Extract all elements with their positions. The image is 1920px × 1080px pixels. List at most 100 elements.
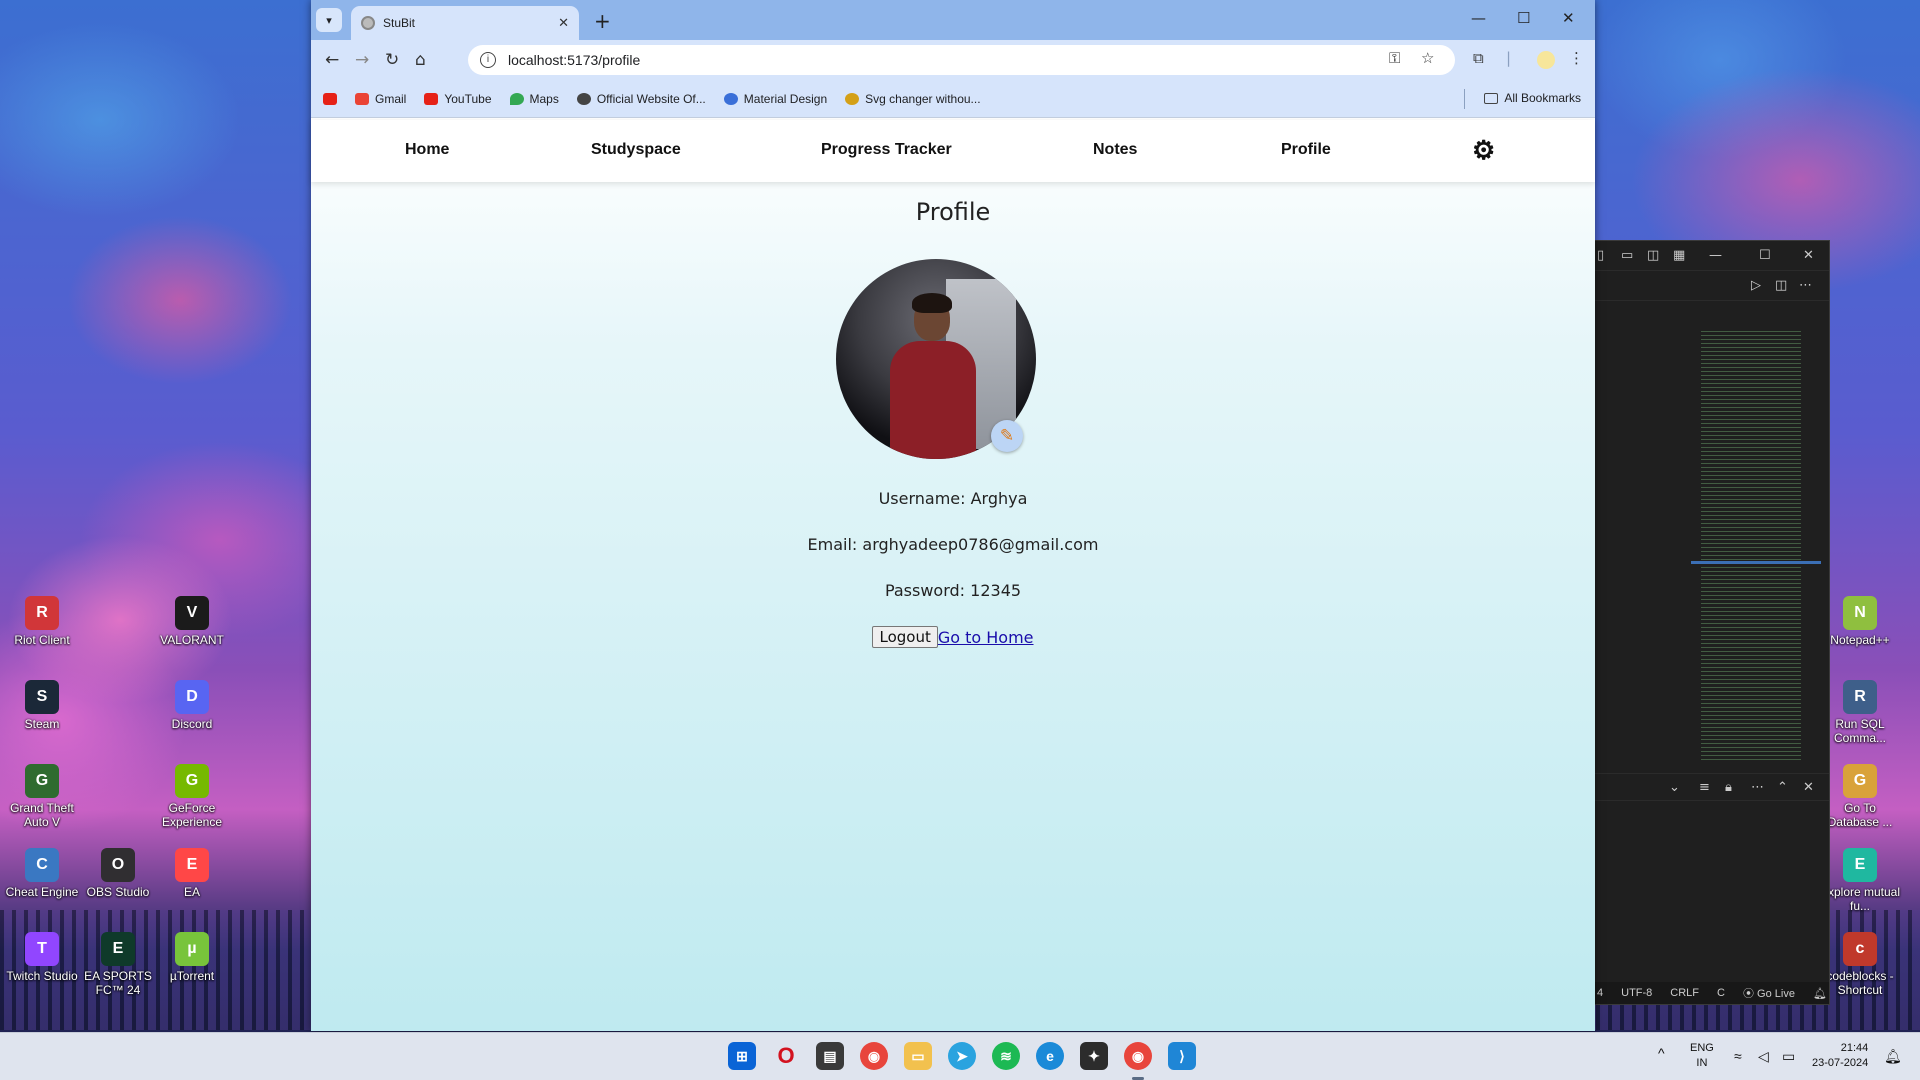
clock[interactable]: 21:44 23-07-2024 bbox=[1812, 1041, 1868, 1080]
status-go-live[interactable]: ⦿ Go Live bbox=[1743, 985, 1795, 1001]
chevron-up-icon[interactable]: ⌃ bbox=[1777, 780, 1788, 795]
site-info-icon[interactable]: i bbox=[480, 52, 496, 68]
bookmark-official-website[interactable]: Official Website Of... bbox=[576, 92, 706, 106]
desktop-shortcut[interactable]: C Cheat Engine bbox=[0, 848, 84, 899]
tab-search-button[interactable]: ▾ bbox=[316, 8, 342, 32]
wifi-icon[interactable]: ≈ bbox=[1734, 1048, 1742, 1080]
browser-menu-icon[interactable]: ⋮ bbox=[1569, 49, 1584, 67]
nav-progress-tracker[interactable]: Progress Tracker bbox=[821, 141, 952, 159]
bookmark-svg-changer[interactable]: Svg changer withou... bbox=[845, 92, 981, 106]
desktop-shortcut[interactable]: R Riot Client bbox=[0, 596, 84, 647]
edit-avatar-button[interactable]: ✎ bbox=[991, 420, 1023, 452]
desktop-shortcut[interactable]: N Notepad++ bbox=[1818, 596, 1902, 647]
password-key-icon[interactable]: ⚿ bbox=[1389, 49, 1400, 67]
sidebar-toggle-icon[interactable]: ◫ bbox=[1647, 248, 1659, 263]
customize-layout-icon[interactable]: ▦ bbox=[1673, 248, 1685, 263]
status-item[interactable]: 4 bbox=[1597, 987, 1603, 999]
bookmark-maps[interactable]: Maps bbox=[509, 92, 559, 106]
go-to-home-link[interactable]: Go to Home bbox=[938, 628, 1034, 647]
desktop-shortcut[interactable]: µ µTorrent bbox=[150, 932, 234, 983]
desktop-shortcut-label: µTorrent bbox=[169, 969, 215, 983]
maximize-icon[interactable]: ☐ bbox=[1759, 248, 1771, 263]
desktop-shortcut[interactable]: c codeblocks - Shortcut bbox=[1818, 932, 1902, 997]
nav-notes[interactable]: Notes bbox=[1093, 141, 1137, 159]
nav-profile[interactable]: Profile bbox=[1281, 141, 1331, 159]
file-explorer-icon[interactable]: ▭ bbox=[904, 1042, 932, 1070]
more-icon[interactable]: ⋯ bbox=[1751, 780, 1764, 795]
close-window-icon[interactable]: ✕ bbox=[1562, 9, 1575, 27]
list-icon[interactable]: ≡ bbox=[1699, 780, 1710, 795]
split-editor-icon[interactable]: ◫ bbox=[1775, 278, 1787, 293]
figma-icon[interactable]: ✦ bbox=[1080, 1042, 1108, 1070]
tray-overflow-icon[interactable]: ^ bbox=[1658, 1045, 1665, 1080]
profile-avatar-icon[interactable] bbox=[1537, 51, 1555, 69]
settings-gear-icon[interactable]: ⚙ bbox=[1472, 137, 1498, 163]
reload-icon[interactable]: ↻ bbox=[385, 50, 399, 70]
new-tab-icon[interactable]: + bbox=[594, 9, 611, 33]
maximize-icon[interactable]: ☐ bbox=[1517, 9, 1530, 27]
spotify-icon[interactable]: ≋ bbox=[992, 1042, 1020, 1070]
run-icon[interactable]: ▷ bbox=[1751, 278, 1761, 293]
tab-stubit[interactable]: StuBit ✕ bbox=[351, 6, 579, 40]
close-tab-icon[interactable]: ✕ bbox=[558, 15, 569, 31]
windows-start-icon[interactable]: ⊞ bbox=[728, 1042, 756, 1070]
extensions-icon[interactable]: ⧉ bbox=[1473, 49, 1484, 67]
desktop-shortcut[interactable]: O OBS Studio bbox=[76, 848, 160, 899]
home-icon[interactable]: ⌂ bbox=[415, 50, 426, 70]
nav-studyspace[interactable]: Studyspace bbox=[591, 141, 681, 159]
more-actions-icon[interactable]: ⋯ bbox=[1799, 278, 1812, 293]
vscode-titlebar: ▯ ▭ ◫ ▦ — ☐ ✕ bbox=[1591, 241, 1829, 271]
status-language[interactable]: C bbox=[1717, 987, 1725, 999]
vscode-icon[interactable]: ⟩ bbox=[1168, 1042, 1196, 1070]
desktop-shortcut[interactable]: G Grand Theft Auto V bbox=[0, 764, 84, 829]
layout-toggle-icon[interactable]: ▯ bbox=[1597, 248, 1604, 263]
panel-toggle-icon[interactable]: ▭ bbox=[1621, 248, 1633, 263]
minimize-icon[interactable]: — bbox=[1471, 9, 1486, 27]
bookmark-youtube[interactable]: YouTube bbox=[424, 92, 492, 106]
status-encoding[interactable]: UTF-8 bbox=[1621, 987, 1652, 999]
language-indicator[interactable]: ENG IN bbox=[1690, 1041, 1714, 1080]
status-eol[interactable]: CRLF bbox=[1670, 987, 1699, 999]
notification-bell-icon[interactable]: 🔔︎ bbox=[1884, 1048, 1902, 1080]
logout-button[interactable]: Logout bbox=[872, 626, 938, 648]
minimap-highlight bbox=[1691, 561, 1821, 564]
edge-icon[interactable]: e bbox=[1036, 1042, 1064, 1070]
chrome-profile-icon[interactable]: ◉ bbox=[1124, 1042, 1152, 1070]
battery-icon[interactable]: ▭ bbox=[1782, 1048, 1795, 1080]
back-icon[interactable]: ← bbox=[325, 50, 339, 70]
bookmarks-divider bbox=[1464, 89, 1465, 109]
bookmark-gmail[interactable]: Gmail bbox=[355, 92, 406, 106]
nav-home[interactable]: Home bbox=[405, 141, 449, 159]
desktop-shortcut[interactable]: V VALORANT bbox=[150, 596, 234, 647]
microsoft-store-icon[interactable]: ▤ bbox=[816, 1042, 844, 1070]
opera-icon[interactable]: O bbox=[772, 1042, 800, 1070]
bookmark-material-design[interactable]: Material Design bbox=[723, 92, 827, 106]
chrome-icon[interactable]: ◉ bbox=[860, 1042, 888, 1070]
desktop-shortcut[interactable]: T Twitch Studio bbox=[0, 932, 84, 983]
desktop-shortcut[interactable]: E Explore mutual fu... bbox=[1818, 848, 1902, 913]
close-panel-icon[interactable]: ✕ bbox=[1803, 780, 1814, 795]
desktop-shortcut[interactable]: G GeForce Experience bbox=[150, 764, 234, 829]
desktop-shortcut[interactable]: S Steam bbox=[0, 680, 84, 731]
close-icon[interactable]: ✕ bbox=[1803, 248, 1814, 263]
telegram-icon[interactable]: ➤ bbox=[948, 1042, 976, 1070]
desktop-shortcut[interactable]: R Run SQL Comma... bbox=[1818, 680, 1902, 745]
address-bar[interactable]: i localhost:5173/profile bbox=[468, 45, 1455, 75]
bell-icon[interactable]: 🔔︎ bbox=[1813, 987, 1827, 1000]
forward-icon[interactable]: → bbox=[355, 50, 369, 70]
vscode-panel-bar: ⌄ ≡ 🔒︎ ⋯ ⌃ ✕ bbox=[1591, 773, 1829, 801]
bookmark-youtube-icon-only[interactable] bbox=[323, 92, 337, 105]
desktop-shortcut[interactable]: E EA SPORTS FC™ 24 bbox=[76, 932, 160, 997]
bookmark-star-icon[interactable]: ☆ bbox=[1421, 49, 1434, 67]
editor-minimap[interactable] bbox=[1701, 331, 1801, 761]
desktop-shortcut[interactable]: G Go To Database ... bbox=[1818, 764, 1902, 829]
desktop-shortcut[interactable]: D Discord bbox=[150, 680, 234, 731]
notepad-plus-plus-icon: N bbox=[1843, 596, 1877, 630]
minimize-icon[interactable]: — bbox=[1709, 248, 1722, 263]
volume-icon[interactable]: ◁ bbox=[1758, 1048, 1769, 1080]
lock-icon[interactable]: 🔒︎ bbox=[1725, 780, 1732, 795]
desktop-shortcut[interactable]: E EA bbox=[150, 848, 234, 899]
chevron-down-icon[interactable]: ⌄ bbox=[1669, 780, 1680, 795]
vscode-window[interactable]: ▯ ▭ ◫ ▦ — ☐ ✕ ▷ ◫ ⋯ ⌄ ≡ 🔒︎ ⋯ ⌃ ✕ 4 UTF-8… bbox=[1590, 240, 1830, 1005]
all-bookmarks-button[interactable]: All Bookmarks bbox=[1484, 91, 1581, 105]
